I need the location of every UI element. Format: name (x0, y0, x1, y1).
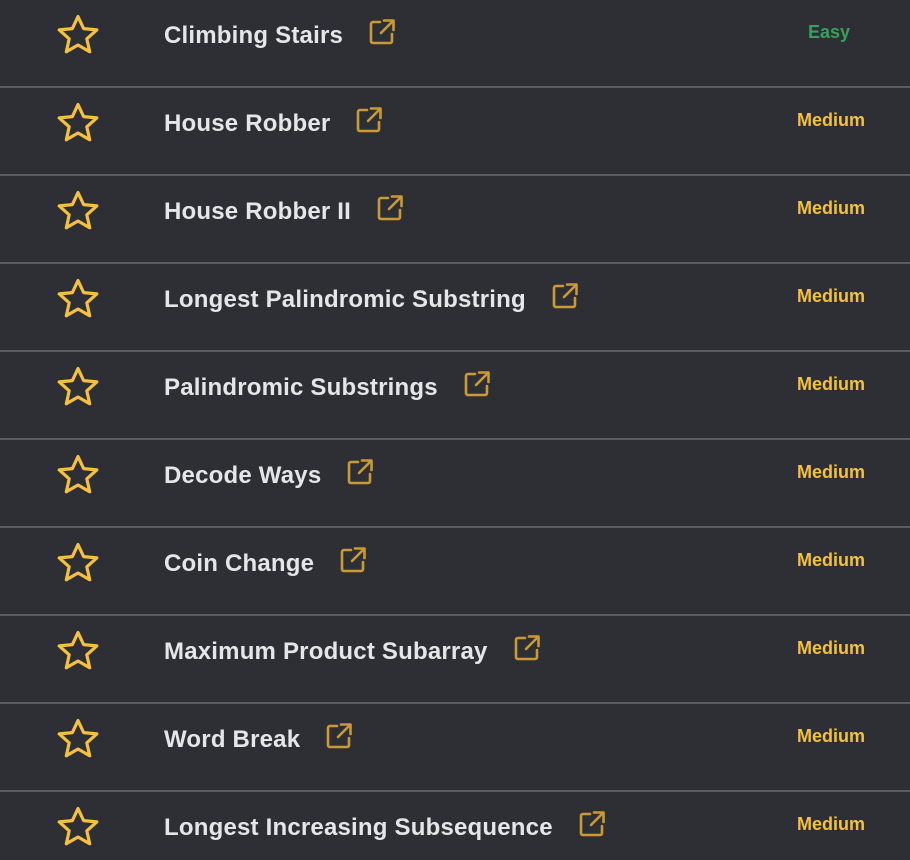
external-link-icon[interactable] (354, 105, 384, 135)
problem-row: Maximum Product Subarray Medium (0, 616, 910, 704)
star-icon[interactable] (56, 189, 100, 233)
problem-title[interactable]: House Robber II (164, 198, 351, 226)
problem-title[interactable]: House Robber (164, 110, 330, 138)
difficulty-badge: Medium (796, 462, 865, 482)
difficulty-badge: Medium (796, 110, 865, 130)
star-icon[interactable] (56, 277, 100, 321)
external-link-icon[interactable] (550, 281, 580, 311)
star-icon[interactable] (56, 13, 100, 57)
problem-row: Palindromic Substrings Medium (0, 352, 910, 440)
difficulty-badge: Medium (796, 550, 865, 570)
external-link-icon[interactable] (462, 369, 492, 399)
star-icon[interactable] (56, 629, 100, 673)
problem-row: House Robber Medium (0, 88, 910, 176)
problem-row: Climbing Stairs Easy (0, 0, 910, 88)
star-icon[interactable] (56, 453, 100, 497)
difficulty-badge: Easy (807, 22, 850, 42)
star-icon[interactable] (56, 717, 100, 761)
problem-title[interactable]: Palindromic Substrings (164, 374, 438, 402)
external-link-icon[interactable] (345, 457, 375, 487)
problem-row: Coin Change Medium (0, 528, 910, 616)
external-link-icon[interactable] (512, 633, 542, 663)
star-icon[interactable] (56, 101, 100, 145)
external-link-icon[interactable] (375, 193, 405, 223)
star-icon[interactable] (56, 365, 100, 409)
difficulty-badge: Medium (796, 374, 865, 394)
problem-row: Longest Palindromic Substring Medium (0, 264, 910, 352)
problem-list: Climbing Stairs Easy House Robber Medium… (0, 0, 910, 860)
external-link-icon[interactable] (324, 721, 354, 751)
problem-row: Longest Increasing Subsequence Medium (0, 792, 910, 860)
difficulty-badge: Medium (796, 198, 865, 218)
star-icon[interactable] (56, 805, 100, 849)
problem-title[interactable]: Longest Palindromic Substring (164, 286, 526, 314)
problem-title[interactable]: Decode Ways (164, 462, 321, 490)
problem-title[interactable]: Maximum Product Subarray (164, 638, 488, 666)
external-link-icon[interactable] (367, 17, 397, 47)
problem-title[interactable]: Longest Increasing Subsequence (164, 814, 553, 842)
difficulty-badge: Medium (796, 286, 865, 306)
difficulty-badge: Medium (796, 726, 865, 746)
difficulty-badge: Medium (796, 814, 865, 834)
star-icon[interactable] (56, 541, 100, 585)
problem-row: Word Break Medium (0, 704, 910, 792)
problem-row: Decode Ways Medium (0, 440, 910, 528)
problem-title[interactable]: Word Break (164, 726, 300, 754)
external-link-icon[interactable] (338, 545, 368, 575)
difficulty-badge: Medium (796, 638, 865, 658)
problem-row: House Robber II Medium (0, 176, 910, 264)
problem-title[interactable]: Coin Change (164, 550, 314, 578)
problem-title[interactable]: Climbing Stairs (164, 22, 343, 50)
external-link-icon[interactable] (577, 809, 607, 839)
